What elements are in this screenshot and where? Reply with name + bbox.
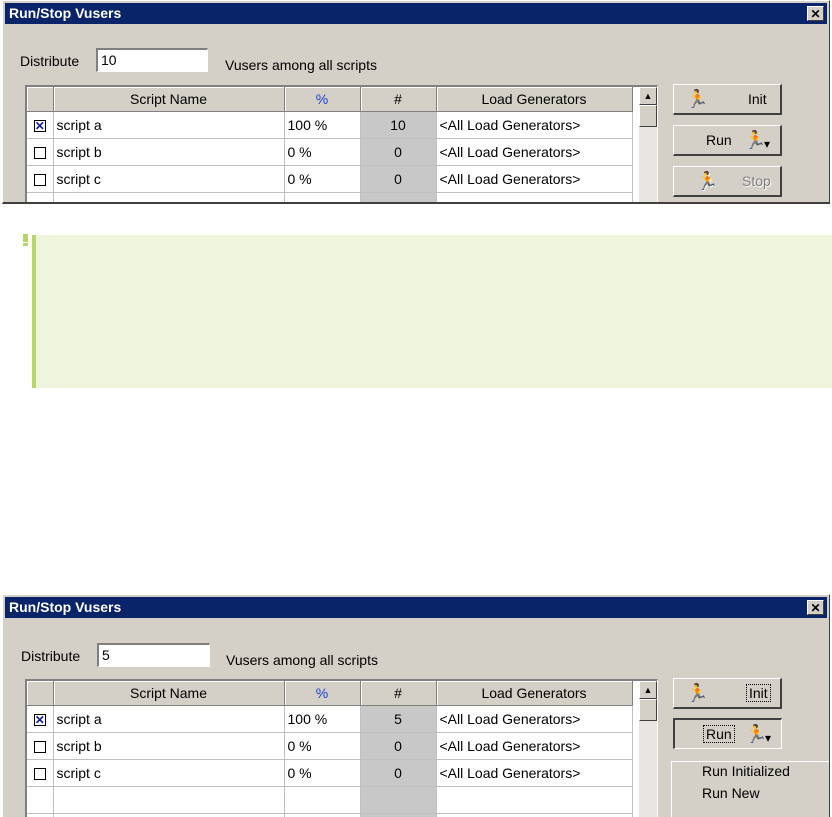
script-checkbox[interactable]: ✕ — [33, 120, 46, 133]
percent-cell[interactable]: 0 % — [284, 138, 361, 166]
run-button-label: Run — [703, 725, 735, 743]
script-name-cell[interactable]: script b — [53, 732, 285, 760]
script-checkbox[interactable] — [33, 768, 46, 781]
column-header-load-generators[interactable]: Load Generators — [436, 681, 633, 706]
percent-cell[interactable]: 0 % — [284, 759, 361, 787]
load-generators-cell[interactable]: <All Load Generators> — [436, 732, 633, 760]
vuser-count-cell: 0 — [360, 732, 437, 760]
table-row[interactable]: ✕ script a 100 % 10 <All Load Generators… — [27, 111, 633, 139]
percent-cell[interactable]: 100 % — [284, 111, 361, 139]
run-stop-vusers-dialog-2: Run/Stop Vusers ✕ Distribute 5 Vusers am… — [2, 594, 830, 817]
close-button[interactable]: ✕ — [807, 600, 824, 615]
table-row[interactable]: script b 0 % 0 <All Load Generators> — [27, 138, 633, 166]
script-name-cell[interactable]: script c — [53, 759, 285, 787]
column-header-percent[interactable]: % — [284, 681, 361, 706]
run-stop-vusers-dialog-1: Run/Stop Vusers ✕ Distribute 10 Vusers a… — [2, 0, 830, 204]
run-button[interactable]: Run 🏃 ▾ — [673, 125, 782, 156]
column-header-load-generators[interactable]: Load Generators — [436, 87, 633, 112]
dialog-title: Run/Stop Vusers — [9, 599, 122, 615]
init-button-label: Init — [746, 684, 771, 702]
vertical-scrollbar[interactable]: ▲ — [639, 87, 657, 202]
load-generators-cell[interactable]: <All Load Generators> — [436, 759, 633, 787]
table-row[interactable]: script c 0 % 0 <All Load Generators> — [27, 165, 633, 193]
table-row[interactable] — [27, 192, 633, 202]
close-icon: ✕ — [810, 7, 821, 21]
vusers-among-scripts-label: Vusers among all scripts — [225, 57, 377, 73]
menu-item-run-initialized[interactable]: Run Initialized — [702, 762, 790, 780]
stop-button-label: Stop — [742, 173, 771, 189]
dropdown-arrow-icon[interactable]: ▾ — [765, 728, 771, 748]
scroll-thumb[interactable] — [639, 105, 657, 127]
select-column-header[interactable] — [27, 681, 54, 706]
table-header-row: Script Name % # Load Generators — [27, 87, 633, 112]
run-dropdown-menu: Run Initialized Run New — [671, 761, 829, 817]
load-generators-cell[interactable]: <All Load Generators> — [436, 111, 633, 139]
load-generators-cell[interactable]: <All Load Generators> — [436, 705, 633, 733]
run-button[interactable]: Run 🏃 ▾ — [673, 718, 782, 749]
distribute-input[interactable]: 5 — [97, 643, 210, 667]
load-generators-cell[interactable]: <All Load Generators> — [436, 138, 633, 166]
note-box — [32, 235, 832, 388]
vuser-count-cell: 0 — [360, 759, 437, 787]
column-header-number[interactable]: # — [360, 87, 437, 112]
script-name-cell[interactable]: script a — [53, 111, 285, 139]
init-button[interactable]: 🏃 Init — [673, 84, 782, 115]
vuser-count-cell: 10 — [360, 111, 437, 139]
dialog-title: Run/Stop Vusers — [9, 5, 122, 21]
dialog-title-bar[interactable]: Run/Stop Vusers ✕ — [5, 597, 827, 618]
table-row[interactable] — [27, 813, 633, 817]
script-checkbox[interactable] — [33, 741, 46, 754]
vusers-among-scripts-label: Vusers among all scripts — [226, 652, 378, 668]
column-header-script-name[interactable]: Script Name — [53, 87, 285, 112]
note-marker-icon — [23, 234, 28, 246]
scripts-grid: Script Name % # Load Generators ✕ script… — [25, 679, 658, 817]
percent-cell[interactable]: 0 % — [284, 732, 361, 760]
column-header-number[interactable]: # — [360, 681, 437, 706]
percent-cell[interactable]: 100 % — [284, 705, 361, 733]
scroll-up-arrow-icon[interactable]: ▲ — [639, 681, 657, 699]
scripts-grid: Script Name % # Load Generators ✕ script… — [25, 85, 658, 202]
init-button[interactable]: 🏃 Init — [673, 678, 782, 709]
stop-runner-icon: 🏃 — [696, 171, 719, 191]
scripts-table: Script Name % # Load Generators ✕ script… — [27, 87, 633, 202]
column-header-script-name[interactable]: Script Name — [53, 681, 285, 706]
table-row[interactable]: ✕ script a 100 % 5 <All Load Generators> — [27, 705, 633, 733]
vuser-count-cell: 0 — [360, 165, 437, 193]
script-checkbox[interactable] — [33, 147, 46, 160]
scripts-table: Script Name % # Load Generators ✕ script… — [27, 681, 633, 817]
init-flag-runner-icon: 🏃 — [686, 683, 709, 703]
distribute-input[interactable]: 10 — [96, 48, 208, 72]
script-checkbox[interactable] — [33, 174, 46, 187]
table-row[interactable] — [27, 786, 633, 814]
distribute-label: Distribute — [21, 648, 81, 664]
vertical-scrollbar[interactable]: ▲ — [639, 681, 657, 817]
script-name-cell[interactable]: script a — [53, 705, 285, 733]
scroll-thumb[interactable] — [639, 699, 657, 721]
vuser-count-cell: 5 — [360, 705, 437, 733]
table-row[interactable]: script c 0 % 0 <All Load Generators> — [27, 759, 633, 787]
dropdown-arrow-icon[interactable]: ▾ — [764, 134, 770, 154]
init-button-label: Init — [748, 91, 767, 107]
column-header-percent[interactable]: % — [284, 87, 361, 112]
init-flag-runner-icon: 🏃 — [686, 89, 709, 109]
distribute-label: Distribute — [20, 53, 80, 69]
script-name-cell[interactable]: script c — [53, 165, 285, 193]
stop-button[interactable]: 🏃 Stop — [673, 166, 782, 197]
percent-cell[interactable]: 0 % — [284, 165, 361, 193]
table-row[interactable]: script b 0 % 0 <All Load Generators> — [27, 732, 633, 760]
vuser-count-cell: 0 — [360, 138, 437, 166]
select-column-header[interactable] — [27, 87, 54, 112]
table-header-row: Script Name % # Load Generators — [27, 681, 633, 706]
close-icon: ✕ — [810, 601, 821, 615]
script-checkbox[interactable]: ✕ — [33, 714, 46, 727]
scroll-up-arrow-icon[interactable]: ▲ — [639, 87, 657, 105]
run-button-label: Run — [706, 132, 732, 148]
script-name-cell[interactable]: script b — [53, 138, 285, 166]
close-button[interactable]: ✕ — [807, 6, 824, 21]
load-generators-cell[interactable]: <All Load Generators> — [436, 165, 633, 193]
menu-item-run-new[interactable]: Run New — [702, 784, 760, 802]
dialog-title-bar[interactable]: Run/Stop Vusers ✕ — [5, 3, 827, 24]
